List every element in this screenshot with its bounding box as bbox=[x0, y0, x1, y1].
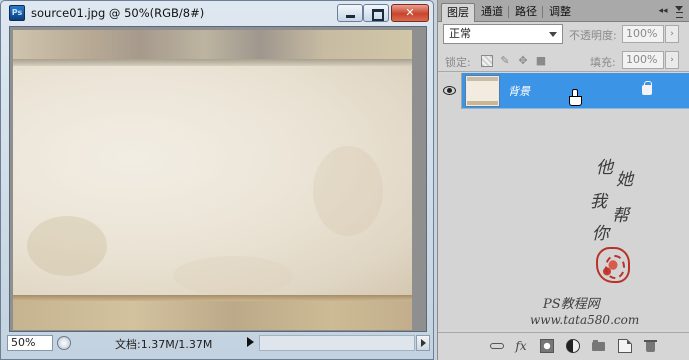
lock-row: 锁定: ✎ ✥ ■ 填充: 100% › bbox=[438, 50, 689, 72]
status-nav-icon[interactable] bbox=[57, 336, 71, 350]
tab-adjustments[interactable]: 调整 bbox=[544, 3, 576, 22]
fill-field[interactable]: 100% bbox=[622, 51, 664, 69]
watermark-char: 我 bbox=[590, 192, 607, 212]
new-group-folder-icon[interactable] bbox=[592, 339, 606, 353]
watermark-calligraphy: 他 她 我 帮 你 PS教程网 www.tata580.com bbox=[530, 153, 680, 333]
panel-bottom-toolbar: fx bbox=[438, 332, 689, 360]
lock-all-icon[interactable]: ■ bbox=[535, 55, 547, 67]
lock-transparent-pixels-icon[interactable] bbox=[481, 55, 493, 67]
layer-name[interactable]: 背景 bbox=[508, 83, 530, 99]
collapse-panel-icon[interactable]: ◂◂ bbox=[656, 4, 670, 18]
opacity-slider-arrow-icon[interactable]: › bbox=[665, 25, 679, 43]
tab-channels[interactable]: 通道 bbox=[476, 3, 508, 22]
image-canvas[interactable] bbox=[13, 30, 412, 330]
paper-stain bbox=[27, 216, 107, 276]
scroll-right-arrow-icon[interactable] bbox=[416, 335, 430, 351]
document-titlebar[interactable]: Ps source01.jpg @ 50%(RGB/8#) bbox=[1, 1, 433, 25]
document-title: source01.jpg @ 50%(RGB/8#) bbox=[31, 6, 205, 20]
document-window: Ps source01.jpg @ 50%(RGB/8#) 50% 文档:1.3… bbox=[0, 0, 434, 360]
paper-bottom-border bbox=[13, 295, 412, 330]
layer-lock-icon bbox=[642, 81, 652, 95]
zoom-level-field[interactable]: 50% bbox=[7, 335, 53, 351]
watermark-char: 她 bbox=[616, 170, 633, 190]
tab-paths[interactable]: 路径 bbox=[510, 3, 542, 22]
adjustment-layer-icon[interactable] bbox=[566, 339, 580, 353]
document-size-info: 文档:1.37M/1.37M bbox=[115, 338, 213, 351]
hand-cursor-icon bbox=[569, 89, 582, 106]
add-mask-icon[interactable] bbox=[540, 339, 554, 353]
lock-image-pixels-icon[interactable]: ✎ bbox=[499, 55, 511, 67]
paper-body bbox=[13, 66, 412, 296]
layer-row-background[interactable]: 背景 bbox=[438, 73, 689, 109]
layer-thumbnail bbox=[465, 75, 500, 107]
tab-separator bbox=[542, 6, 543, 18]
tab-separator bbox=[508, 6, 509, 18]
new-layer-icon[interactable] bbox=[618, 339, 632, 353]
watermark-site-name: PS教程网 bbox=[543, 297, 600, 312]
panel-menu-icon[interactable] bbox=[674, 5, 686, 18]
photoshop-screen: Ps source01.jpg @ 50%(RGB/8#) 50% 文档:1.3… bbox=[0, 0, 689, 360]
watermark-char: 你 bbox=[592, 224, 609, 244]
paper-top-border bbox=[13, 30, 412, 66]
horizontal-scrollbar[interactable] bbox=[259, 335, 415, 351]
tab-layers[interactable]: 图层 bbox=[441, 3, 475, 22]
paper-stain bbox=[173, 256, 293, 296]
lock-label: 锁定: bbox=[445, 56, 471, 69]
status-menu-arrow-icon[interactable] bbox=[247, 337, 254, 347]
maximize-button[interactable] bbox=[363, 4, 389, 22]
watermark-url: www.tata580.com bbox=[530, 313, 640, 327]
document-statusbar: 50% 文档:1.37M/1.37M bbox=[1, 334, 433, 352]
close-button[interactable] bbox=[391, 4, 429, 22]
visibility-toggle[interactable] bbox=[438, 73, 462, 109]
red-seal-stamp bbox=[596, 247, 630, 283]
fill-slider-arrow-icon[interactable]: › bbox=[665, 51, 679, 69]
fill-label: 填充: bbox=[590, 56, 616, 69]
layers-list: 背景 他 她 我 帮 你 PS教程网 www.tata580.com bbox=[438, 73, 689, 330]
watermark-char: 帮 bbox=[612, 206, 629, 226]
link-layers-icon[interactable] bbox=[490, 343, 504, 349]
layers-panel: 图层 通道 路径 调整 ◂◂ 正常 不透明度: 100% › 锁定: ✎ ✥ ■… bbox=[437, 0, 689, 360]
photoshop-app-icon: Ps bbox=[9, 5, 25, 21]
panel-tab-bar: 图层 通道 路径 调整 ◂◂ bbox=[438, 0, 689, 22]
canvas-area[interactable] bbox=[9, 26, 427, 332]
opacity-field[interactable]: 100% bbox=[622, 25, 664, 43]
minimize-button[interactable] bbox=[337, 4, 363, 22]
layer-style-fx-icon[interactable]: fx bbox=[514, 339, 528, 353]
delete-layer-trash-icon[interactable] bbox=[644, 339, 658, 353]
opacity-label: 不透明度: bbox=[569, 29, 617, 42]
eye-icon[interactable] bbox=[443, 86, 456, 95]
blend-mode-select[interactable]: 正常 bbox=[443, 24, 563, 44]
watermark-char: 他 bbox=[596, 158, 613, 178]
paper-stain bbox=[313, 146, 383, 236]
lock-position-icon[interactable]: ✥ bbox=[517, 55, 529, 67]
